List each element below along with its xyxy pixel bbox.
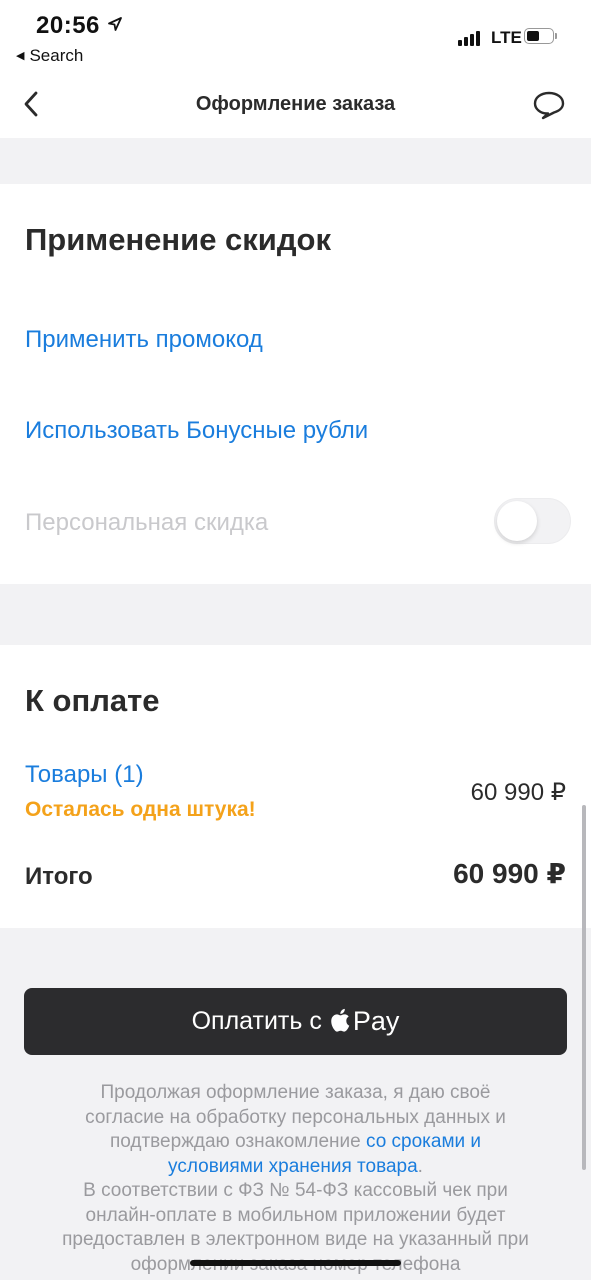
network-type: LTE — [491, 28, 522, 47]
back-to-app-link[interactable]: ◀ Search — [16, 46, 83, 66]
payment-summary-section: К оплате Товары (1) Осталась одна штука!… — [0, 645, 591, 928]
goods-price: 60 990 ₽ — [470, 779, 566, 806]
back-to-app-label: Search — [29, 46, 84, 65]
stock-warning: Осталась одна штука! — [25, 798, 256, 821]
legal-consent-text: Продолжая оформление заказа, я даю своё … — [60, 1081, 531, 1277]
home-indicator[interactable] — [190, 1260, 401, 1266]
discounts-section: Применение скидок Применить промокод Исп… — [0, 184, 591, 584]
pay-button-label: Оплатить с — [191, 1007, 322, 1035]
battery-icon — [524, 28, 558, 46]
page-title: Оформление заказа — [195, 93, 396, 115]
total-label: Итого — [25, 863, 93, 890]
goods-link[interactable]: Товары (1) — [25, 761, 144, 789]
apple-pay-button[interactable]: Оплатить с Pay — [24, 988, 567, 1055]
location-arrow-icon — [108, 17, 122, 31]
chat-bubble-icon[interactable] — [532, 90, 566, 120]
navigation-bar: Оформление заказа — [0, 72, 591, 138]
legal-text-2: . — [417, 1155, 423, 1177]
back-triangle-icon: ◀ — [16, 50, 25, 62]
personal-discount-toggle[interactable] — [494, 498, 571, 544]
toggle-knob — [497, 501, 537, 541]
signal-icon — [458, 30, 484, 46]
total-price: 60 990 ₽ — [453, 858, 566, 889]
apple-logo-icon — [331, 1008, 350, 1032]
status-bar: 20:56 ◀ Search LTE — [0, 0, 591, 72]
personal-discount-label: Персональная скидка — [25, 509, 269, 536]
scrollbar[interactable] — [582, 805, 586, 1170]
use-bonus-link[interactable]: Использовать Бонусные рубли — [25, 417, 368, 445]
apply-promo-link[interactable]: Применить промокод — [25, 326, 263, 354]
status-time: 20:56 — [36, 12, 100, 39]
payment-heading: К оплате — [25, 683, 160, 718]
discounts-heading: Применение скидок — [25, 222, 331, 257]
pay-word: Pay — [352, 1006, 400, 1036]
